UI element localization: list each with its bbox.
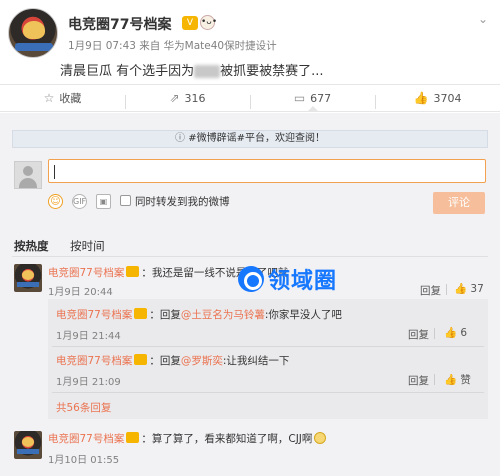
comment-body: 电竞圈77号档案 ：算了算了，看来都知道了啊，CJJ啊 — [48, 431, 327, 446]
sort-bar: 按热度 按时间 — [14, 238, 123, 254]
submit-comment-button[interactable]: 评论 — [433, 192, 485, 214]
thumbs-up-icon: 👍 — [444, 374, 458, 386]
vip-icon — [126, 432, 140, 443]
gif-icon[interactable]: GIF — [72, 194, 87, 209]
forward-count: 316 — [184, 91, 206, 105]
divider — [434, 328, 435, 339]
like-count: 6 — [460, 327, 468, 339]
post-text: 清晨巨瓜 有个选手因为 被抓要被禁赛了... — [60, 60, 324, 79]
divider — [446, 284, 447, 295]
emoji-icon[interactable]: ☺ — [48, 194, 63, 209]
watermark: 领域圈 — [238, 263, 337, 295]
thumbs-up-icon: 👍 — [454, 283, 468, 295]
action-bar: ☆ 收藏 ⇗ 316 ▭ 677 👍 3704 — [0, 84, 500, 112]
mention-link[interactable]: @土豆名为马铃薯 — [181, 309, 265, 321]
forward-checkbox-label: 同时转发到我的微博 — [135, 196, 230, 208]
rumor-notice[interactable]: ⓘ #微博辟谣#平台，欢迎查阅！ — [12, 130, 488, 148]
reply-text: :让我纠结一下 — [222, 355, 290, 367]
collect-label: 收藏 — [59, 92, 82, 105]
forward-checkbox[interactable] — [120, 195, 131, 206]
reply-prefix: ：回复 — [149, 309, 181, 321]
chevron-down-icon[interactable]: ⌄ — [478, 12, 488, 26]
commenter-avatar[interactable] — [14, 431, 42, 459]
post-meta: 1月9日 07:43 来自 华为Mate40保时捷设计 — [68, 40, 277, 52]
sort-by-time-tab[interactable]: 按时间 — [70, 239, 105, 253]
sort-by-hot-tab[interactable]: 按热度 — [14, 239, 49, 253]
redacted-text — [194, 65, 221, 78]
emoji-badge-icon: •ᴗ• — [200, 15, 217, 30]
comment-time: 1月9日 20:44 — [48, 287, 113, 298]
thumbs-up-icon: 👍 — [413, 91, 429, 105]
like-count: 3704 — [433, 91, 462, 105]
reply-text: :你家早没人了吧 — [264, 309, 342, 321]
post-text-after: 被抓要被禁赛了... — [220, 64, 324, 79]
forward-icon: ⇗ — [169, 91, 180, 105]
vip-icon — [134, 354, 148, 365]
thumbs-up-icon: 👍 — [444, 327, 458, 339]
like-label: 赞 — [460, 374, 471, 386]
comment-time: 1月10日 01:55 — [48, 455, 120, 466]
reply-time: 1月9日 21:09 — [56, 377, 121, 388]
mention-link[interactable]: @罗斯奕 — [181, 355, 223, 367]
notice-text: #微博辟谣#平台，欢迎查阅！ — [188, 133, 325, 144]
author-avatar[interactable] — [8, 8, 58, 58]
like-button[interactable]: 👍 3704 — [375, 91, 500, 109]
my-avatar — [14, 161, 42, 189]
comment-section: ⓘ #微博辟谣#平台，欢迎查阅！ ☺ GIF ▣ 同时转发到我的微博 评论 按热… — [0, 113, 500, 476]
divider — [52, 392, 484, 393]
comment-text: ：算了算了，看来都知道了啊，CJJ啊 — [141, 433, 313, 445]
divider — [434, 374, 435, 385]
notice-info-icon: ⓘ — [175, 133, 189, 144]
comment-icon: ▭ — [293, 91, 306, 105]
post-author-name[interactable]: 电竞圈77号档案 — [68, 14, 171, 34]
like-count: 37 — [470, 283, 484, 295]
watermark-logo-icon — [238, 266, 264, 292]
emoji-icon — [314, 432, 327, 444]
vip-icon — [126, 266, 140, 277]
reply-button[interactable]: 回复 — [408, 327, 429, 342]
watermark-text: 领域圈 — [268, 269, 338, 294]
like-button[interactable]: 👍 赞 — [444, 372, 471, 387]
vip-badge-icon: V — [182, 16, 198, 30]
like-button[interactable]: 👍 37 — [454, 282, 484, 295]
replier-name[interactable]: 电竞圈77号档案 — [56, 355, 132, 367]
reply-button[interactable]: 回复 — [408, 373, 429, 388]
reply-body: 电竞圈77号档案 ：回复@罗斯奕:让我纠结一下 — [56, 353, 289, 368]
comment-count: 677 — [310, 91, 332, 105]
like-button[interactable]: 👍 6 — [444, 326, 467, 339]
comment-button[interactable]: ▭ 677 — [250, 91, 375, 111]
reply-button[interactable]: 回复 — [420, 283, 441, 298]
divider — [12, 256, 488, 257]
vip-icon — [134, 308, 148, 319]
reply-prefix: ：回复 — [149, 355, 181, 367]
star-icon: ☆ — [43, 91, 55, 105]
comment-input[interactable] — [48, 159, 486, 183]
image-icon[interactable]: ▣ — [96, 194, 111, 209]
replier-name[interactable]: 电竞圈77号档案 — [56, 309, 132, 321]
divider — [52, 346, 484, 347]
commenter-avatar[interactable] — [14, 264, 42, 292]
post-text-before: 清晨巨瓜 有个选手因为 — [60, 64, 195, 79]
reply-body: 电竞圈77号档案 ：回复@土豆名为马铃薯:你家早没人了吧 — [56, 307, 342, 322]
forward-button[interactable]: ⇗ 316 — [125, 91, 250, 109]
commenter-name[interactable]: 电竞圈77号档案 — [48, 433, 124, 445]
more-replies-link[interactable]: 共56条回复 — [56, 400, 111, 415]
collect-button[interactable]: ☆ 收藏 — [0, 90, 125, 106]
reply-time: 1月9日 21:44 — [56, 331, 121, 342]
commenter-name[interactable]: 电竞圈77号档案 — [48, 267, 124, 279]
